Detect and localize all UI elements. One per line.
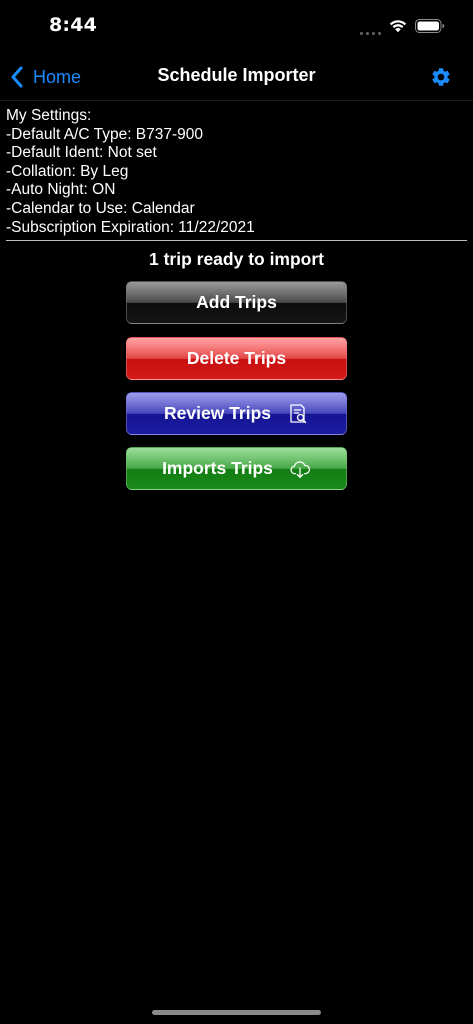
settings-calendar: -Calendar to Use: Calendar	[6, 199, 195, 217]
settings-aircraft-type: -Default A/C Type: B737-900	[6, 125, 204, 143]
battery-icon	[415, 19, 445, 33]
gear-icon[interactable]	[430, 66, 452, 88]
page-title: Schedule Importer	[157, 65, 316, 85]
import-trips-label: Imports Trips	[162, 458, 273, 478]
wifi-icon	[389, 20, 407, 33]
delete-trips-label: Delete Trips	[186, 348, 287, 368]
settings-summary: My Settings: -Default A/C Type: B737-900…	[6, 107, 466, 237]
divider	[6, 240, 467, 241]
delete-trips-button[interactable]: Delete Trips	[126, 337, 347, 380]
cloud-download-icon	[290, 460, 311, 478]
review-trips-label: Review Trips	[164, 403, 271, 423]
settings-heading: My Settings:	[6, 107, 92, 124]
settings-ident: -Default Ident: Not set	[6, 144, 157, 162]
cellular-signal-icon	[360, 27, 382, 35]
home-indicator	[152, 1010, 321, 1015]
settings-collation: -Collation: By Leg	[6, 162, 129, 180]
navigation-bar: Home Schedule Importer	[0, 54, 473, 101]
review-trips-button[interactable]: Review Trips	[126, 392, 347, 435]
status-bar: 8:44	[0, 0, 473, 54]
import-trips-button[interactable]: Imports Trips	[126, 447, 347, 490]
status-time: 8:44	[49, 14, 98, 36]
add-trips-button[interactable]: Add Trips	[126, 281, 347, 324]
settings-auto-night: -Auto Night: ON	[6, 181, 116, 199]
trips-ready-status: 1 trip ready to import	[148, 249, 325, 269]
document-search-icon	[290, 403, 307, 423]
settings-subscription-expiration: -Subscription Expiration: 11/22/2021	[6, 218, 255, 236]
add-trips-label: Add Trips	[196, 292, 277, 312]
